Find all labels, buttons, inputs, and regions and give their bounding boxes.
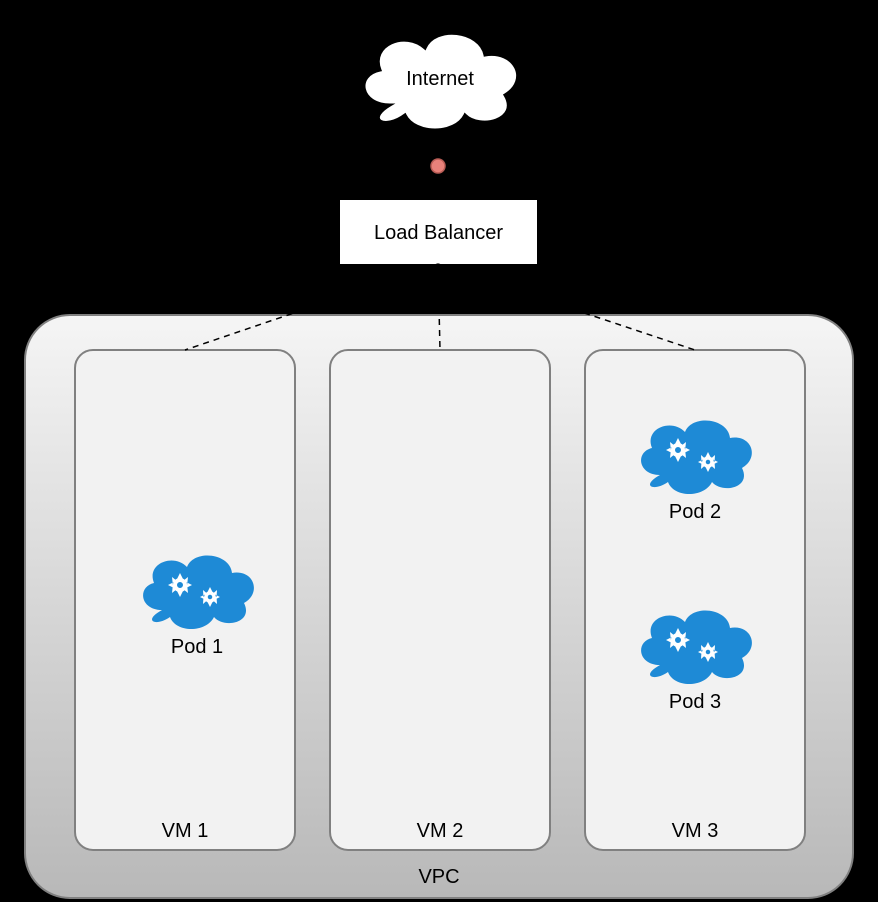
- pod-1-label: Pod 1: [132, 636, 262, 659]
- vpc-label: VPC: [25, 866, 853, 889]
- vm-3-label: VM 3: [585, 820, 805, 843]
- vm-2: [330, 350, 550, 850]
- vm-1-label: VM 1: [75, 820, 295, 843]
- vm-2-label: VM 2: [330, 820, 550, 843]
- internet-label: Internet: [395, 68, 485, 91]
- diagram-canvas: { "internet": { "label": "Internet" }, "…: [0, 0, 878, 902]
- connector-dot-icon: [431, 159, 445, 173]
- pod-3-label: Pod 3: [630, 691, 760, 714]
- load-balancer-label: Load Balancer: [340, 222, 537, 245]
- diagram-svg: [0, 0, 878, 902]
- pod-2-label: Pod 2: [630, 501, 760, 524]
